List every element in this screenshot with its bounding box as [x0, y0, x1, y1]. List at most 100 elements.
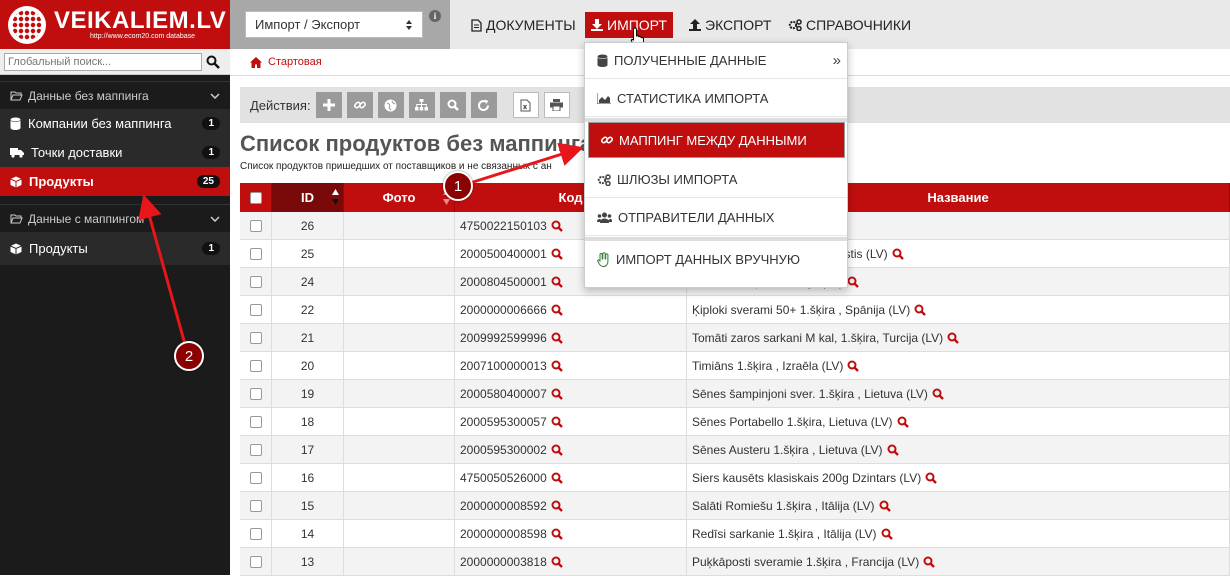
search-icon[interactable] [551, 276, 563, 288]
row-checkbox[interactable] [249, 275, 262, 288]
row-select-cell [240, 380, 272, 407]
search-icon[interactable] [947, 332, 960, 344]
kod-cell: 2000580400007 [455, 380, 687, 407]
info-icon[interactable]: i [429, 10, 441, 22]
count-badge: 1 [202, 117, 220, 130]
globe-button[interactable] [377, 92, 404, 118]
search-icon[interactable] [881, 528, 893, 540]
nav-references[interactable]: СПРАВОЧНИКИ [782, 12, 917, 38]
row-checkbox[interactable] [249, 247, 262, 260]
table-row[interactable]: 17 2000595300002 Sēnes Austeru 1.šķira , L… [240, 436, 1230, 464]
nav-documents[interactable]: ДОКУМЕНТЫ [465, 12, 582, 38]
link-button[interactable] [346, 92, 373, 118]
annotation-marker-1: 1 [443, 171, 473, 201]
search-icon[interactable] [887, 444, 899, 456]
global-search-input[interactable] [4, 52, 202, 71]
table-row[interactable]: 14 2000000008598 Redīsi sarkanie 1.šķira ,… [240, 520, 1230, 548]
sidebar-item-companies[interactable]: Компании без маппинга 1 [0, 109, 230, 138]
section-select[interactable]: Импорт / Экспорт [245, 11, 423, 38]
search-icon[interactable] [551, 472, 563, 484]
search-icon[interactable] [879, 500, 891, 512]
search-icon[interactable] [847, 360, 860, 372]
logo[interactable]: VEIKALIEM.LV http://www.ecom20.com datab… [0, 0, 230, 49]
search-icon[interactable] [551, 444, 563, 456]
sidebar-item-products-mapped[interactable]: Продукты 1 [0, 232, 230, 265]
table-row[interactable]: 18 2000595300057 Sēnes Portabello 1.šķira,… [240, 408, 1230, 436]
table-row[interactable]: 21 2009992599996 Tomāti zaros sarkani M ka… [240, 324, 1230, 352]
refresh-button[interactable] [470, 92, 497, 118]
add-button[interactable] [315, 92, 342, 118]
row-checkbox[interactable] [249, 359, 262, 372]
name-cell: Tomāti zaros sarkani M kal, 1.šķira, Tur… [687, 324, 1230, 351]
sidebar-item-delivery-points[interactable]: Точки доставки 1 [0, 138, 230, 167]
search-icon[interactable] [551, 360, 563, 372]
foto-cell [344, 548, 455, 575]
row-checkbox[interactable] [249, 303, 262, 316]
nav-export[interactable]: ЭКСПОРТ [683, 12, 777, 38]
table-row[interactable]: 19 2000580400007 Sēnes šampinjoni sver. 1.… [240, 380, 1230, 408]
search-icon[interactable] [551, 248, 563, 260]
search-icon[interactable] [914, 304, 927, 316]
home-icon [250, 56, 262, 68]
sidebar-item-products-unmapped[interactable]: Продукты 25 [0, 167, 230, 196]
search-icon[interactable] [551, 220, 563, 232]
search-icon[interactable] [551, 556, 563, 568]
menu-item-manual-import[interactable]: ИМПОРТ ДАННЫХ ВРУЧНУЮ [585, 241, 847, 277]
column-header-id[interactable]: ID [272, 183, 344, 212]
search-icon[interactable] [923, 556, 936, 568]
search-icon[interactable] [551, 528, 563, 540]
link-icon [601, 136, 613, 144]
kod-value: 2000000006666 [460, 302, 547, 317]
sidebar-group-unmapped[interactable]: Данные без маппинга [0, 81, 230, 109]
row-checkbox[interactable] [249, 387, 262, 400]
search-icon[interactable] [551, 304, 563, 316]
column-header-foto[interactable]: Фото [344, 183, 455, 212]
id-cell: 14 [272, 520, 344, 547]
row-checkbox[interactable] [249, 443, 262, 456]
row-checkbox[interactable] [249, 331, 262, 344]
row-checkbox[interactable] [249, 471, 262, 484]
table-row[interactable]: 20 2007100000013 Timiāns 1.šķira , Izraēla… [240, 352, 1230, 380]
search-button[interactable] [202, 52, 224, 72]
search-icon[interactable] [847, 276, 860, 288]
menu-item-received-data[interactable]: ПОЛУЧЕННЫЕ ДАННЫЕ » [585, 43, 847, 79]
id-cell: 20 [272, 352, 344, 379]
row-checkbox[interactable] [249, 415, 262, 428]
select-all-checkbox[interactable] [249, 191, 262, 204]
name-cell: Puķkāposti sveramie 1.šķira , Francija (… [687, 548, 1230, 575]
search-icon[interactable] [892, 248, 904, 260]
nav-label: СПРАВОЧНИКИ [806, 17, 912, 33]
name-cell: Redīsi sarkanie 1.šķira , Itālija (LV) [687, 520, 1230, 547]
menu-item-label: ИМПОРТ ДАННЫХ ВРУЧНУЮ [616, 251, 801, 267]
row-checkbox[interactable] [249, 499, 262, 512]
excel-file-icon [520, 99, 531, 111]
search-icon[interactable] [932, 388, 944, 400]
row-checkbox[interactable] [249, 555, 262, 568]
row-checkbox[interactable] [249, 219, 262, 232]
hierarchy-button[interactable] [408, 92, 435, 118]
table-row[interactable]: 13 2000000003818 Puķkāposti sveramie 1.šķi… [240, 548, 1230, 576]
menu-item-import-gateways[interactable]: ШЛЮЗЫ ИМПОРТА [585, 162, 847, 198]
id-value: 25 [300, 246, 315, 261]
table-row[interactable]: 22 2000000006666 Ķiploki sverami 50+ 1.šķi… [240, 296, 1230, 324]
kod-cell: 2007100000013 [455, 352, 687, 379]
row-select-cell [240, 492, 272, 519]
search-icon[interactable] [551, 388, 563, 400]
breadcrumb-home-link[interactable]: Стартовая [268, 56, 322, 68]
row-checkbox[interactable] [249, 527, 262, 540]
sidebar-group-mapped[interactable]: Данные с маппингом [0, 204, 230, 232]
search-icon[interactable] [551, 332, 563, 344]
table-row[interactable]: 16 4750050526000 Siers kausēts klasiskais … [240, 464, 1230, 492]
search-icon[interactable] [925, 472, 938, 484]
search-icon[interactable] [551, 416, 563, 428]
print-button[interactable] [543, 92, 570, 118]
menu-item-data-mapping[interactable]: МАППИНГ МЕЖДУ ДАННЫМИ [588, 122, 845, 158]
excel-export-button[interactable] [512, 92, 539, 118]
table-row[interactable]: 15 2000000008592 Salāti Romiešu 1.šķira , … [240, 492, 1230, 520]
menu-item-data-senders[interactable]: ОТПРАВИТЕЛИ ДАННЫХ [585, 200, 847, 236]
search-button[interactable] [439, 92, 466, 118]
search-icon[interactable] [897, 416, 909, 428]
menu-item-import-stats[interactable]: СТАТИСТИКА ИМПОРТА [585, 81, 847, 117]
nav-import[interactable]: ИМПОРТ [585, 12, 673, 38]
search-icon[interactable] [551, 500, 563, 512]
